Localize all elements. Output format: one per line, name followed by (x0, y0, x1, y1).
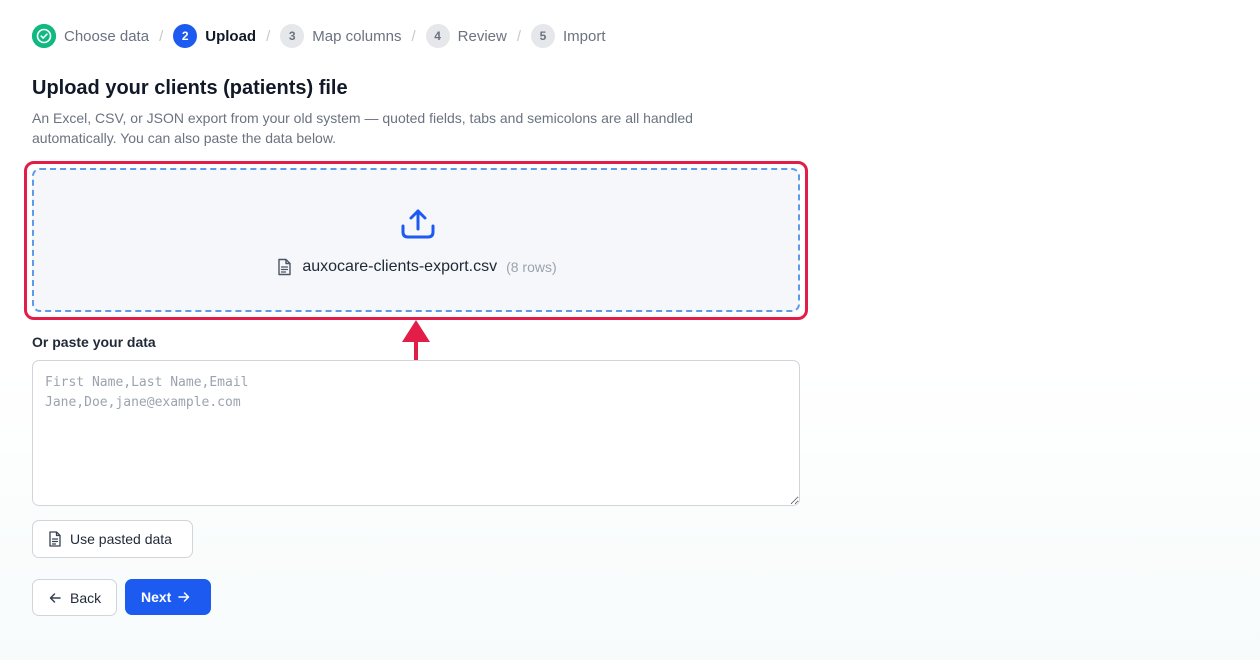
step-number: 3 (280, 24, 305, 48)
back-button[interactable]: Back (32, 579, 117, 616)
arrow-left-icon (49, 592, 61, 603)
file-row-count: (8 rows) (506, 259, 557, 275)
page-description: An Excel, CSV, or JSON export from your … (32, 110, 693, 146)
step-number: 5 (531, 24, 555, 48)
use-pasted-data-label: Use pasted data (70, 531, 172, 547)
step-choose-data[interactable]: Choose data (32, 24, 149, 48)
step-upload[interactable]: 2 Upload (173, 24, 256, 48)
step-review[interactable]: 4 Review (425, 24, 507, 48)
step-separator: / (159, 27, 164, 45)
import-stepper: Choose data / 2 Upload / 3 Map columns /… (32, 24, 606, 48)
import-wizard-page: Choose data / 2 Upload / 3 Map columns /… (0, 0, 1260, 660)
back-label: Back (70, 589, 102, 606)
step-separator: / (411, 27, 416, 45)
arrow-right-icon (178, 592, 190, 602)
step-separator: / (516, 27, 521, 45)
next-label: Next (141, 589, 172, 605)
file-dropzone[interactable]: auxocare-clients-export.csv (8 rows) (32, 168, 800, 312)
step-number: 4 (425, 24, 450, 48)
step-number: 2 (173, 24, 198, 48)
step-label: Map columns (312, 27, 402, 45)
step-label: Upload (205, 27, 257, 45)
upload-icon (401, 209, 435, 239)
file-name: auxocare-clients-export.csv (302, 258, 498, 275)
file-icon (49, 531, 61, 547)
paste-label: Or paste your data (32, 334, 156, 350)
step-map-columns[interactable]: 3 Map columns (280, 24, 401, 48)
step-separator: / (266, 27, 271, 45)
check-circle-icon (32, 24, 56, 48)
step-label: Import (563, 27, 606, 45)
next-button[interactable]: Next (125, 579, 211, 615)
use-pasted-data-button[interactable]: Use pasted data (32, 520, 193, 558)
step-import[interactable]: 5 Import (531, 24, 606, 48)
step-label: Review (457, 27, 507, 45)
paste-data-textarea[interactable] (32, 360, 800, 506)
step-label: Choose data (64, 27, 150, 45)
file-icon (278, 258, 292, 276)
selected-file: auxocare-clients-export.csv (8 rows) (34, 258, 798, 276)
page-title: Upload your clients (patients) file (32, 77, 348, 99)
